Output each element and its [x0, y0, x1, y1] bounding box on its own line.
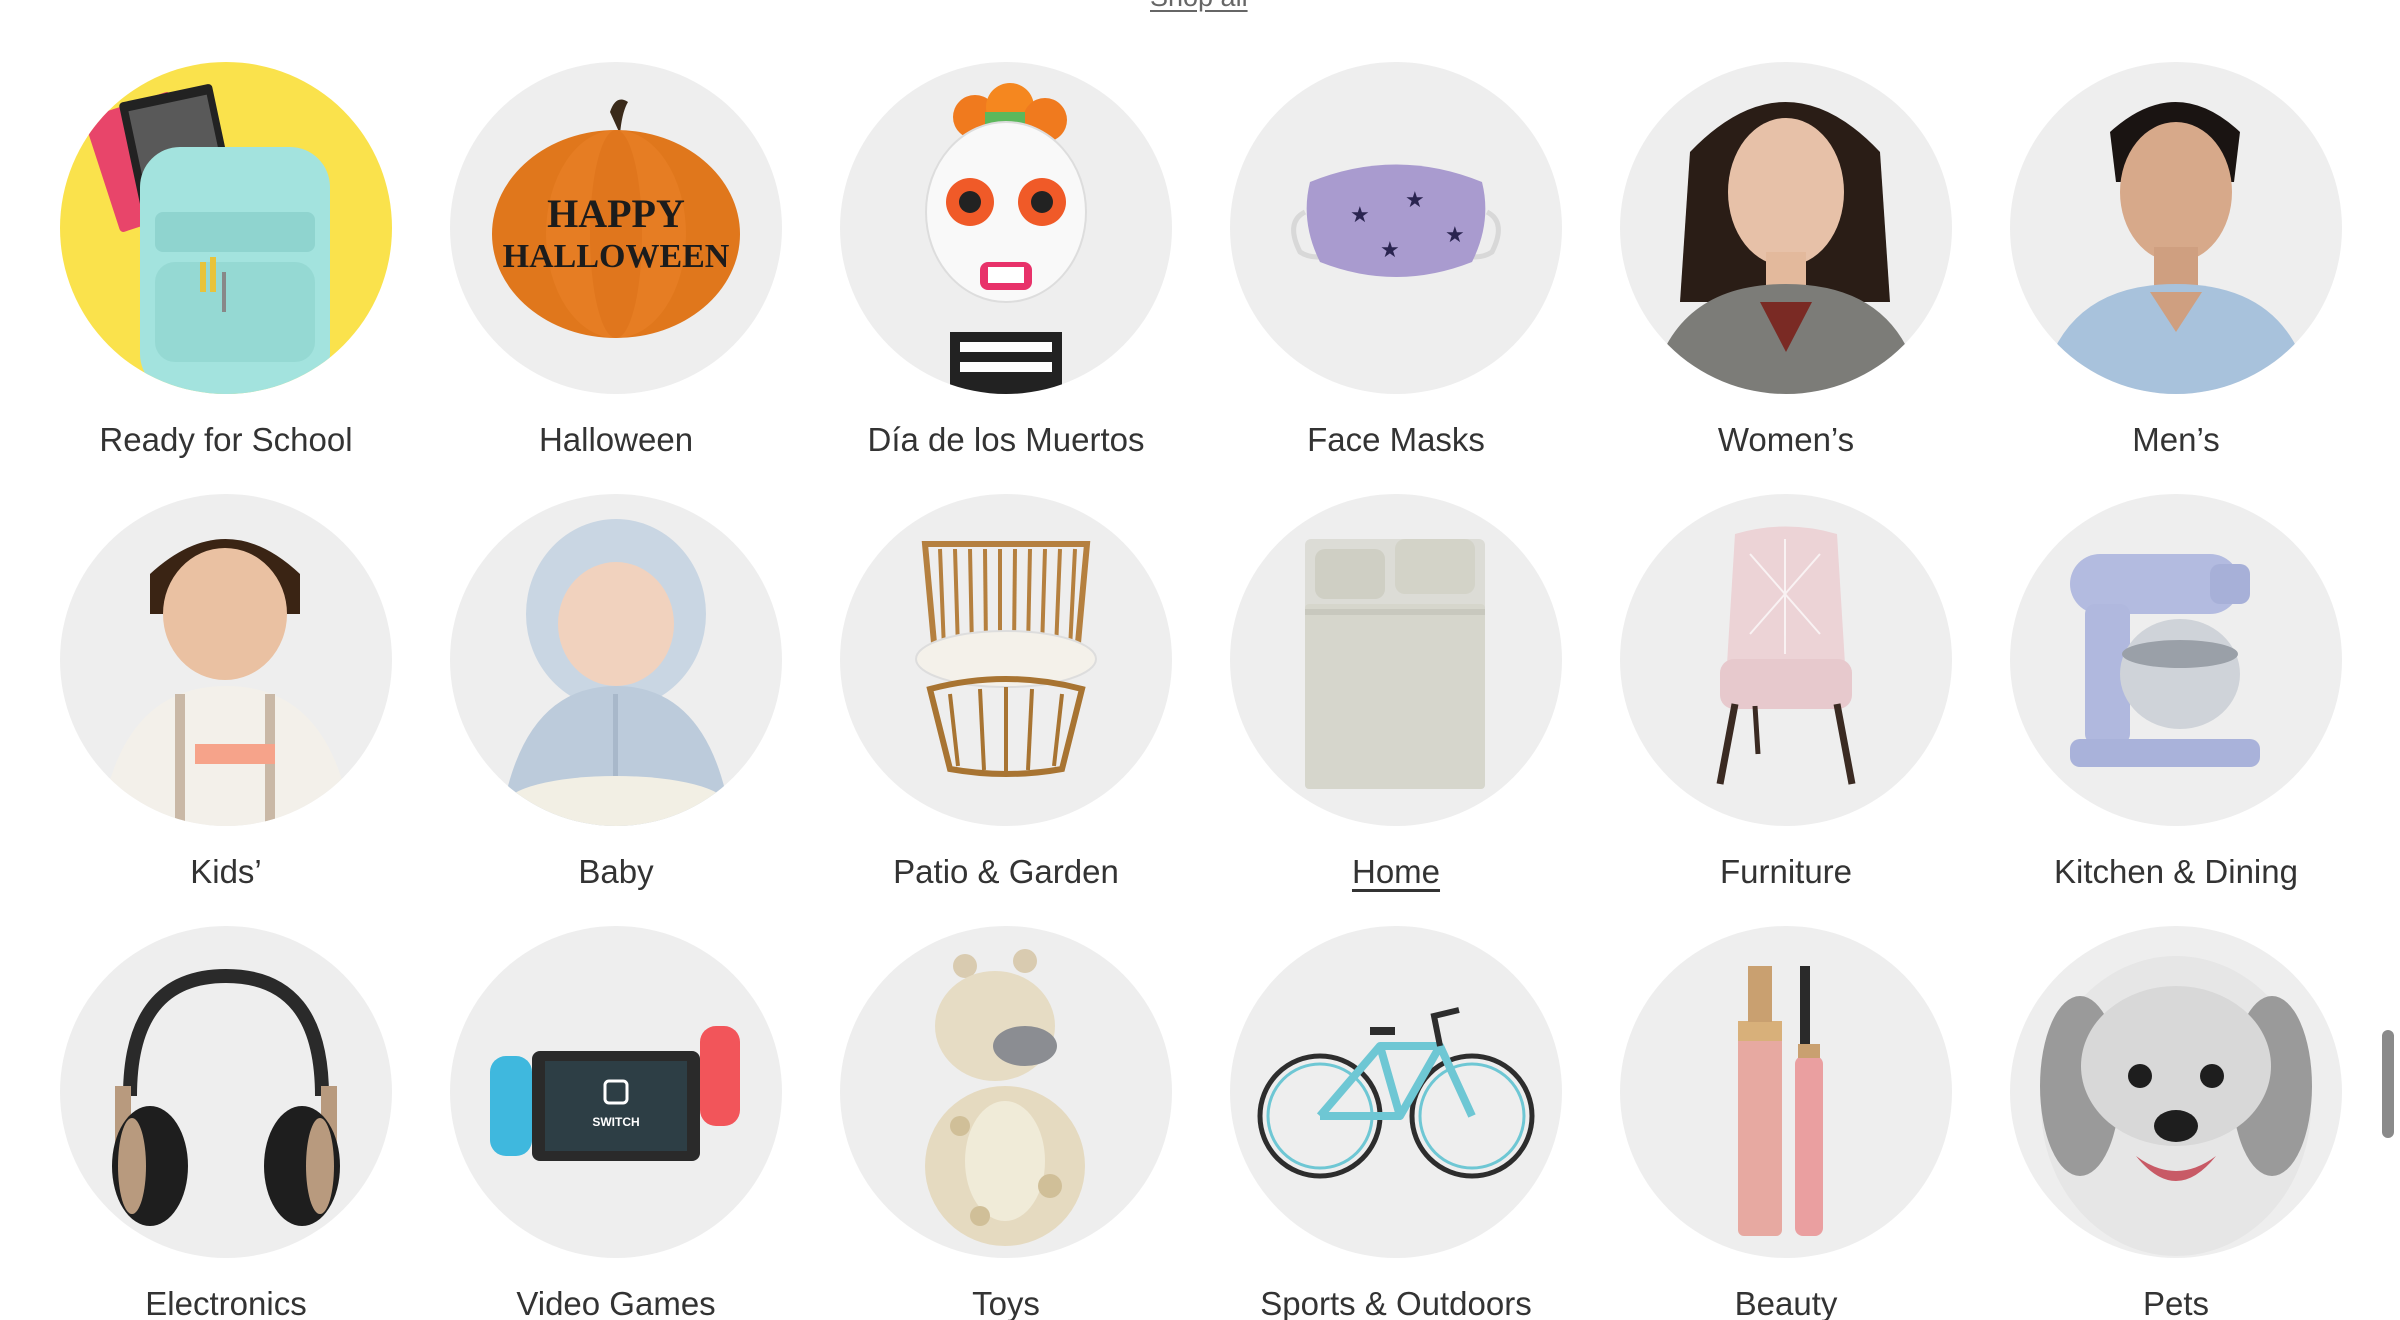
face-mask-icon: ★ ★ ★ ★: [1230, 62, 1562, 394]
category-tile-video-games[interactable]: SWITCH Video Games: [450, 926, 782, 1320]
category-grid: Ready for School HAPPY HALLOWEEN Hallowe…: [60, 62, 2342, 1320]
backpack-icon: [60, 62, 392, 394]
category-tile-toys[interactable]: Toys: [840, 926, 1172, 1320]
category-tile-beauty[interactable]: Beauty: [1620, 926, 1952, 1320]
kid-portrait-icon: [60, 494, 392, 826]
category-tile-furniture[interactable]: Furniture: [1620, 494, 1952, 926]
man-portrait-icon: [2010, 62, 2342, 394]
console-brand-text: SWITCH: [592, 1115, 639, 1129]
category-label: Ready for School: [99, 421, 353, 458]
category-tile-face-masks[interactable]: ★ ★ ★ ★ Face Masks: [1230, 62, 1562, 494]
pumpkin-text-line-1: HAPPY: [547, 191, 685, 236]
category-label: Baby: [578, 853, 654, 890]
category-label: Halloween: [538, 421, 694, 458]
category-label: Toys: [972, 1285, 1040, 1320]
category-label: Kitchen & Dining: [2054, 853, 2298, 890]
category-label: Día de los Muertos: [867, 421, 1145, 458]
category-tile-pets[interactable]: Pets: [2010, 926, 2342, 1320]
svg-text:★: ★: [1445, 222, 1465, 247]
plush-giraffe-icon: [840, 926, 1172, 1258]
baby-portrait-icon: [450, 494, 782, 826]
rattan-chair-icon: [840, 494, 1172, 826]
category-label: Women’s: [1717, 421, 1855, 458]
category-tile-electronics[interactable]: Electronics: [60, 926, 392, 1320]
category-tile-patio-garden[interactable]: Patio & Garden: [840, 494, 1172, 926]
category-tile-halloween[interactable]: HAPPY HALLOWEEN Halloween: [450, 62, 782, 494]
accent-chair-icon: [1620, 494, 1952, 826]
vertical-scrollbar[interactable]: [2382, 1030, 2394, 1138]
category-page: Shop all Ready for School: [0, 0, 2400, 1320]
headphones-icon: [60, 926, 392, 1258]
svg-text:★: ★: [1350, 202, 1370, 227]
category-tile-kids[interactable]: Kids’: [60, 494, 392, 926]
category-tile-womens[interactable]: Women’s: [1620, 62, 1952, 494]
category-tile-home[interactable]: Home: [1230, 494, 1562, 926]
category-tile-sports-outdoors[interactable]: Sports & Outdoors: [1230, 926, 1562, 1320]
category-label: Patio & Garden: [893, 853, 1119, 890]
category-label: Kids’: [190, 853, 262, 890]
shop-all-link[interactable]: Shop all: [1150, 0, 1248, 13]
bed-icon: [1230, 494, 1562, 826]
category-tile-mens[interactable]: Men’s: [2010, 62, 2342, 494]
category-label: Video Games: [516, 1285, 716, 1320]
category-tile-kitchen-dining[interactable]: Kitchen & Dining: [2010, 494, 2342, 926]
category-label: Sports & Outdoors: [1260, 1285, 1532, 1320]
category-label: Pets: [2142, 1285, 2210, 1320]
sugar-skull-icon: [840, 62, 1172, 394]
game-console-icon: SWITCH: [450, 926, 782, 1258]
category-tile-baby[interactable]: Baby: [450, 494, 782, 926]
category-tile-dia-de-los-muertos[interactable]: Día de los Muertos: [840, 62, 1172, 494]
category-label: Electronics: [145, 1285, 307, 1320]
svg-text:★: ★: [1405, 187, 1425, 212]
bicycle-icon: [1230, 926, 1562, 1258]
woman-portrait-icon: [1620, 62, 1952, 394]
category-label: Men’s: [2132, 421, 2220, 458]
category-label: Face Masks: [1307, 421, 1485, 458]
category-label: Home: [1351, 853, 1441, 890]
pumpkin-text-line-2: HALLOWEEN: [503, 238, 730, 275]
svg-text:★: ★: [1380, 237, 1400, 262]
category-tile-ready-for-school[interactable]: Ready for School: [60, 62, 392, 494]
dog-icon: [2010, 926, 2342, 1258]
pumpkin-icon: HAPPY HALLOWEEN: [450, 62, 782, 394]
mascara-icon: [1620, 926, 1952, 1258]
category-label: Furniture: [1719, 853, 1853, 890]
category-label: Beauty: [1734, 1285, 1838, 1320]
stand-mixer-icon: [2010, 494, 2342, 826]
